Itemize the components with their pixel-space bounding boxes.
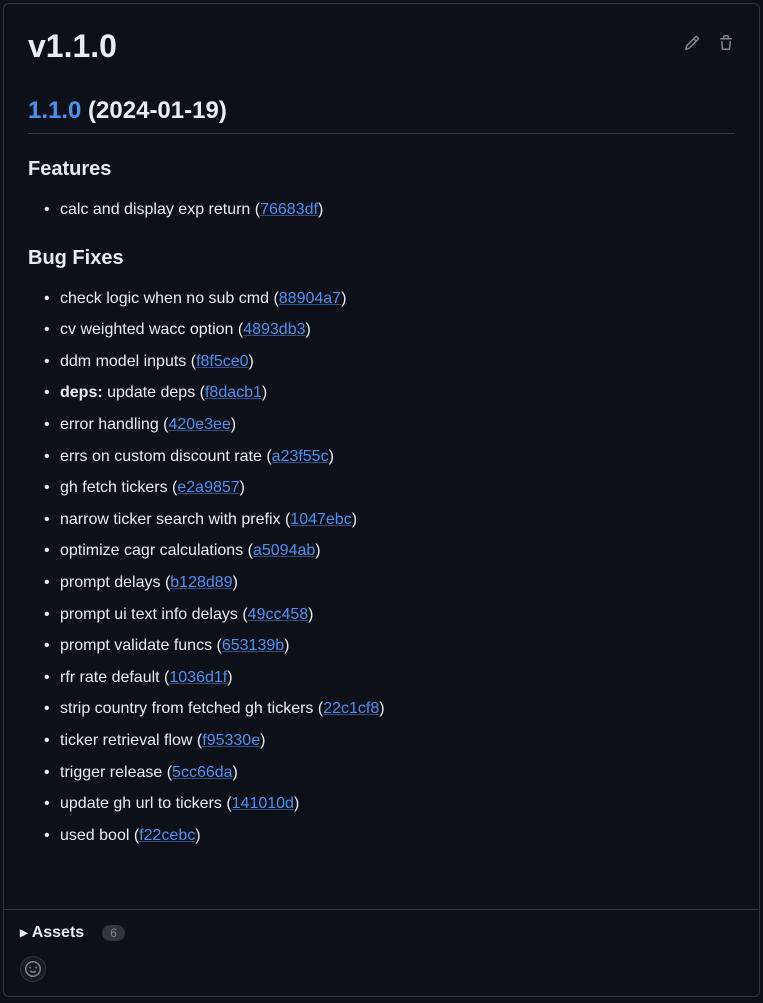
commit-link[interactable]: 1047ebc: [290, 511, 351, 528]
list-item: deps: update deps (f8dacb1): [60, 380, 735, 406]
caret-right-icon: ▶: [20, 928, 28, 939]
list-item: trigger release (5cc66da): [60, 760, 735, 786]
commit-link[interactable]: 76683df: [260, 201, 318, 218]
item-text: ddm model inputs: [60, 353, 191, 370]
list-item: error handling (420e3ee): [60, 412, 735, 438]
reaction-row: [4, 956, 759, 996]
version-link[interactable]: 1.1.0: [28, 97, 81, 124]
commit-link[interactable]: 420e3ee: [169, 416, 231, 433]
list-item: strip country from fetched gh tickers (2…: [60, 696, 735, 722]
commit-link[interactable]: 1036d1f: [169, 669, 227, 686]
list-item: narrow ticker search with prefix (1047eb…: [60, 507, 735, 533]
list-item: gh fetch tickers (e2a9857): [60, 475, 735, 501]
commit-link[interactable]: a5094ab: [253, 542, 315, 559]
list-item: used bool (f22cebc): [60, 823, 735, 849]
commit-link[interactable]: 88904a7: [279, 290, 341, 307]
item-text: optimize cagr calculations: [60, 542, 248, 559]
list-item: update gh url to tickers (141010d): [60, 791, 735, 817]
item-text: used bool: [60, 827, 134, 844]
features-heading: Features: [28, 158, 735, 181]
commit-link[interactable]: f95330e: [202, 732, 260, 749]
version-heading: 1.1.0 (2024-01-19): [28, 97, 735, 134]
item-text: ticker retrieval flow: [60, 732, 197, 749]
item-text: prompt validate funcs: [60, 637, 217, 654]
list-item: prompt delays (b128d89): [60, 570, 735, 596]
assets-row: ▶ Assets 6: [4, 910, 759, 956]
list-item: check logic when no sub cmd (88904a7): [60, 286, 735, 312]
item-prefix: deps:: [60, 384, 103, 401]
list-item: calc and display exp return (76683df): [60, 197, 735, 223]
assets-count-badge: 6: [102, 925, 125, 941]
release-header: v1.1.0: [4, 4, 759, 73]
list-item: prompt validate funcs (653139b): [60, 633, 735, 659]
commit-link[interactable]: f22cebc: [139, 827, 195, 844]
item-text: check logic when no sub cmd: [60, 290, 273, 307]
commit-link[interactable]: f8f5ce0: [196, 353, 248, 370]
list-item: optimize cagr calculations (a5094ab): [60, 538, 735, 564]
commit-link[interactable]: 5cc66da: [172, 764, 233, 781]
bugfixes-heading: Bug Fixes: [28, 247, 735, 270]
release-card: v1.1.0 1.1.0 (2024-01-19) Features calc …: [3, 3, 760, 997]
list-item: rfr rate default (1036d1f): [60, 665, 735, 691]
list-item: prompt ui text info delays (49cc458): [60, 602, 735, 628]
commit-link[interactable]: a23f55c: [272, 448, 329, 465]
bugfixes-list: check logic when no sub cmd (88904a7) cv …: [28, 286, 735, 849]
assets-label-text: Assets: [32, 924, 84, 942]
trash-icon[interactable]: [717, 34, 735, 52]
item-text: rfr rate default: [60, 669, 164, 686]
item-text: prompt ui text info delays: [60, 606, 242, 623]
item-text: narrow ticker search with prefix: [60, 511, 285, 528]
item-text: error handling: [60, 416, 163, 433]
commit-link[interactable]: 4893db3: [243, 321, 305, 338]
item-text: trigger release: [60, 764, 167, 781]
commit-link[interactable]: b128d89: [170, 574, 232, 591]
assets-toggle[interactable]: ▶ Assets: [20, 924, 84, 942]
edit-icon[interactable]: [683, 34, 701, 52]
list-item: errs on custom discount rate (a23f55c): [60, 444, 735, 470]
item-text: gh fetch tickers: [60, 479, 172, 496]
commit-link[interactable]: 22c1cf8: [323, 700, 379, 717]
commit-link[interactable]: e2a9857: [177, 479, 239, 496]
commit-link[interactable]: 49cc458: [248, 606, 309, 623]
features-list: calc and display exp return (76683df): [28, 197, 735, 223]
list-item: ticker retrieval flow (f95330e): [60, 728, 735, 754]
item-text: update deps: [103, 384, 200, 401]
item-text: update gh url to tickers: [60, 795, 226, 812]
list-item: ddm model inputs (f8f5ce0): [60, 349, 735, 375]
commit-link[interactable]: f8dacb1: [205, 384, 262, 401]
item-text: cv weighted wacc option: [60, 321, 238, 338]
smiley-icon[interactable]: [20, 956, 46, 982]
release-body: 1.1.0 (2024-01-19) Features calc and dis…: [4, 73, 759, 909]
version-date: (2024-01-19): [81, 97, 226, 124]
list-item: cv weighted wacc option (4893db3): [60, 317, 735, 343]
item-text: strip country from fetched gh tickers: [60, 700, 318, 717]
item-text: errs on custom discount rate: [60, 448, 266, 465]
header-actions: [683, 34, 735, 52]
commit-link[interactable]: 653139b: [222, 637, 284, 654]
item-text: prompt delays: [60, 574, 165, 591]
release-title: v1.1.0: [28, 28, 117, 65]
item-text: calc and display exp return: [60, 201, 255, 218]
commit-link[interactable]: 141010d: [232, 795, 294, 812]
